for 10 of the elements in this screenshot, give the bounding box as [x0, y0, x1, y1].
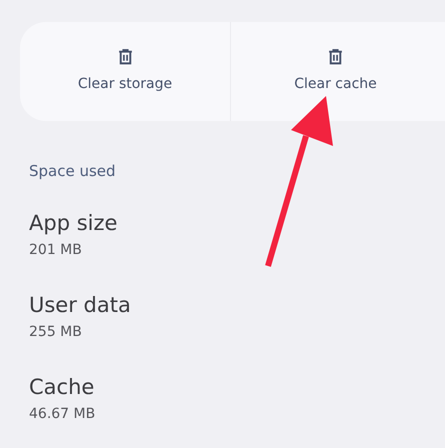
section-title: Space used — [29, 161, 117, 182]
item-value: 201 MB — [29, 240, 83, 260]
trash-icon — [327, 48, 344, 66]
item-value: 255 MB — [29, 322, 83, 342]
item-value: 46.67 MB — [29, 405, 96, 424]
item-title: Cache — [29, 374, 96, 400]
item-title: User data — [29, 292, 132, 318]
action-button[interactable]: Clear storage — [20, 22, 230, 121]
item-title: App size — [29, 210, 118, 236]
trash-icon — [116, 48, 134, 66]
